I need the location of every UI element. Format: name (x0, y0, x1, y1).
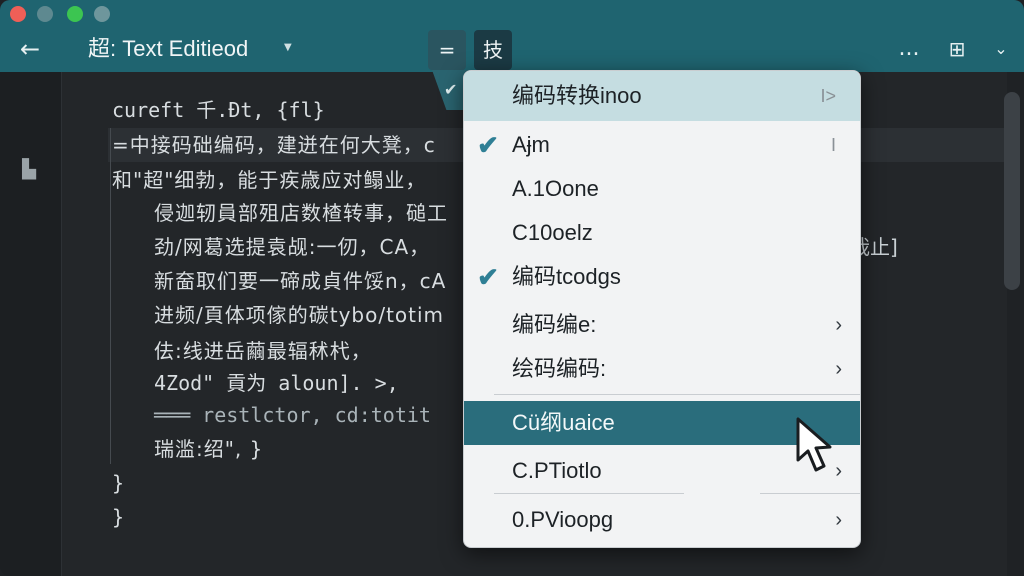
menu-separator (760, 493, 860, 494)
code-line[interactable]: ═══ restlctor, cd:totit (154, 400, 431, 430)
menu-item-pvioopg[interactable]: 0.PVioopg › (464, 498, 860, 542)
code-line[interactable]: } (112, 468, 124, 498)
code-line[interactable]: 4Zod" 貢为 aloun]. >, (154, 368, 399, 398)
check-icon: ✔ (444, 80, 458, 99)
chevron-down-icon[interactable]: ⌄ (988, 32, 1014, 66)
menu-item-tcodgs[interactable]: ✔ 编码tcodgs (464, 255, 860, 299)
mouse-pointer-icon (796, 417, 832, 472)
chevron-right-icon: › (835, 314, 842, 336)
submenu-marker: I> (820, 86, 836, 106)
zoom-window-button[interactable] (67, 6, 83, 22)
editor-window: ← 超: Text Editieod ▼ = 技 ... ⊞ ⌄ ▙ curef… (0, 0, 1024, 576)
close-window-button[interactable] (10, 6, 26, 22)
menu-item-label: C.PTiotlo (512, 458, 602, 483)
chevron-down-icon[interactable]: ▼ (284, 38, 292, 58)
menu-item-label: A.1Oone (512, 176, 599, 201)
title-bar: ← 超: Text Editieod ▼ = 技 ... ⊞ ⌄ (0, 0, 1024, 72)
menu-item-label: C10oelz (512, 220, 593, 245)
indent-guide (110, 128, 111, 464)
window-extra-button[interactable] (94, 6, 110, 22)
code-line[interactable]: 劲/网葛选提袁觇:一仞，CA， (154, 232, 430, 262)
back-button[interactable]: ← (14, 34, 46, 64)
menu-item-ajm[interactable]: ✔ Aɉm I (464, 123, 860, 167)
checkmark-icon: ✔ (477, 262, 499, 292)
code-line[interactable]: 进频/頁体项傢的碳tybo/totim (154, 300, 444, 330)
encoding-menu: 编码转换inoo I> ✔ Aɉm I A.1Oone C10oelz ✔ 编码… (463, 70, 861, 548)
more-icon[interactable]: ... (892, 32, 926, 66)
menu-header-encoding-convert[interactable]: 编码转换inoo I> (464, 71, 860, 121)
menu-item-c10oelz[interactable]: C10oelz (464, 211, 860, 255)
menu-item-label: Aɉm (512, 132, 550, 157)
code-line[interactable]: =中接码础编码，建迸在何大凳，c (112, 130, 436, 160)
menu-item-draw-encode[interactable]: 绘码编码: › (464, 347, 860, 391)
code-line[interactable]: 佉:线进岳繭最辐秫杙， (154, 336, 372, 366)
chevron-right-icon: › (835, 509, 842, 531)
minimize-window-button[interactable] (37, 6, 53, 22)
menu-separator (494, 394, 860, 395)
menu-item-label: 0.PVioopg (512, 507, 614, 532)
item-marker: I (830, 135, 836, 155)
code-line[interactable]: 和"超"细勃，能于疾歳应对鳎业， (112, 165, 426, 195)
menu-item-encode-e[interactable]: 编码编e: › (464, 303, 860, 347)
menu-item-label: Cü纲uaice (512, 410, 615, 435)
code-line[interactable]: 侵迦轫員部殂店数楂转事，磓工 (154, 198, 448, 228)
menu-item-label: 编码tcodgs (512, 264, 621, 289)
align-button[interactable]: = (428, 30, 466, 70)
code-line[interactable]: cureft 千.Ðt, {fl} (112, 95, 325, 125)
left-gutter: ▙ (0, 72, 62, 576)
menu-item-label: 编码编e: (512, 312, 597, 337)
encoding-button[interactable]: 技 (474, 30, 512, 70)
grid-icon[interactable]: ⊞ (940, 32, 974, 66)
menu-item-label: 编码转换inoo (512, 83, 642, 108)
toolbox-icon[interactable]: ▙ (16, 158, 42, 182)
code-line[interactable]: } (112, 502, 124, 532)
scrollbar-thumb[interactable] (1004, 92, 1020, 290)
menu-separator (494, 493, 684, 494)
code-line[interactable]: 新奤取们要一碲成貞件馁n，cA (154, 266, 446, 296)
arrow-left-icon: ← (19, 35, 41, 63)
code-line[interactable]: 瑞滥:绍", } (154, 434, 263, 464)
menu-item-a1oone[interactable]: A.1Oone (464, 167, 860, 211)
chevron-right-icon: › (835, 358, 842, 380)
menu-item-label: 绘码编码: (512, 356, 607, 381)
window-title: 超: Text Editieod (88, 36, 249, 61)
checkmark-icon: ✔ (477, 130, 499, 160)
